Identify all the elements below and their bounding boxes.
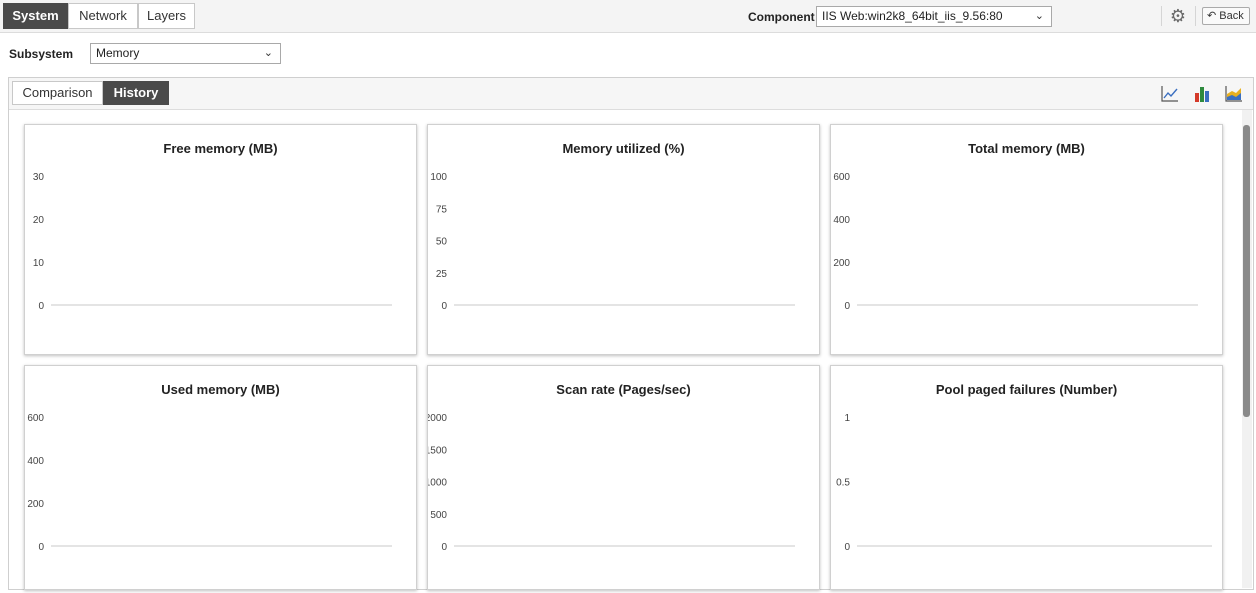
- top-toolbar: System Network Layers Component IIS Web:…: [0, 0, 1256, 33]
- chart-scan-rate: Scan rate (Pages/sec) 14:1014:1514:20050…: [427, 365, 820, 590]
- tab-system[interactable]: System: [3, 3, 68, 29]
- chart-plot: 14:1014:1514:2014:250200400600: [27, 413, 392, 553]
- y-tick-label: 0: [844, 542, 850, 553]
- y-tick-label: 1: [844, 413, 850, 424]
- tab-network[interactable]: Network: [68, 3, 138, 29]
- component-label: Component: [748, 10, 815, 24]
- y-tick-label: 30: [33, 172, 45, 183]
- y-tick-label: 0: [844, 301, 850, 312]
- y-tick-label: 0: [441, 301, 447, 312]
- chart-plot: 14:1014:1514:200500100015002000: [428, 413, 795, 553]
- chart-plot: 14:1014:1514:2014:250102030: [33, 172, 392, 312]
- y-tick-label: 1000: [428, 478, 447, 489]
- y-tick-label: 400: [27, 456, 44, 467]
- view-tab-bar: Comparison History: [9, 78, 1253, 110]
- divider: [1195, 6, 1196, 26]
- tab-comparison[interactable]: Comparison: [12, 81, 103, 105]
- chart-plot: 14:1014:1514:2000.51: [836, 413, 1212, 553]
- chevron-down-icon: ⌄: [263, 47, 273, 59]
- y-tick-label: 500: [430, 510, 447, 521]
- component-select[interactable]: IIS Web:win2k8_64bit_iis_9.56:80 ⌄: [816, 6, 1052, 27]
- tab-history[interactable]: History: [103, 81, 169, 105]
- line-chart-icon[interactable]: [1160, 84, 1180, 104]
- y-tick-label: 75: [436, 204, 448, 215]
- chart-total-memory: Total memory (MB) 14:1014:1514:2014:2502…: [830, 124, 1223, 355]
- subsystem-select[interactable]: Memory ⌄: [90, 43, 281, 64]
- y-tick-label: 10: [33, 258, 45, 269]
- divider: [1161, 6, 1162, 26]
- y-tick-label: 50: [436, 237, 448, 248]
- y-tick-label: 25: [436, 269, 448, 280]
- y-tick-label: 600: [27, 413, 44, 424]
- y-tick-label: 200: [833, 258, 850, 269]
- component-select-value: IIS Web:win2k8_64bit_iis_9.56:80: [822, 9, 1003, 23]
- back-arrow-icon: ↶: [1207, 10, 1217, 22]
- chart-plot: 14:1014:1514:2014:250255075100: [430, 172, 795, 312]
- y-tick-label: 100: [430, 172, 447, 183]
- chart-memory-utilized: Memory utilized (%) 14:1014:1514:2014:25…: [427, 124, 820, 355]
- chart-used-memory: Used memory (MB) 14:1014:1514:2014:25020…: [24, 365, 417, 590]
- tab-layers[interactable]: Layers: [138, 3, 195, 29]
- area-chart-icon[interactable]: [1224, 84, 1244, 104]
- chart-free-memory: Free memory (MB) 14:1014:1514:2014:25010…: [24, 124, 417, 355]
- y-tick-label: 0: [38, 542, 44, 553]
- y-tick-label: 600: [833, 172, 850, 183]
- y-tick-label: 400: [833, 215, 850, 226]
- chart-plot: 14:1014:1514:2014:250200400600: [833, 172, 1198, 312]
- chart-pool-paged-failures: Pool paged failures (Number) 14:1014:151…: [830, 365, 1223, 590]
- subsystem-select-value: Memory: [96, 46, 140, 60]
- y-tick-label: 200: [27, 499, 44, 510]
- bar-chart-icon[interactable]: [1192, 84, 1212, 104]
- y-tick-label: 0: [38, 301, 44, 312]
- y-tick-label: 1500: [428, 445, 447, 456]
- back-button-label: Back: [1219, 10, 1244, 22]
- y-tick-label: 0.5: [836, 478, 850, 489]
- back-button[interactable]: ↶ Back: [1202, 7, 1250, 25]
- y-tick-label: 20: [33, 215, 45, 226]
- subsystem-label: Subsystem: [9, 47, 74, 61]
- y-tick-label: 0: [441, 542, 447, 553]
- gear-icon[interactable]: ⚙: [1168, 6, 1188, 26]
- scrollbar-thumb[interactable]: [1243, 125, 1250, 417]
- chevron-down-icon: ⌄: [1034, 10, 1044, 22]
- y-tick-label: 2000: [428, 413, 447, 424]
